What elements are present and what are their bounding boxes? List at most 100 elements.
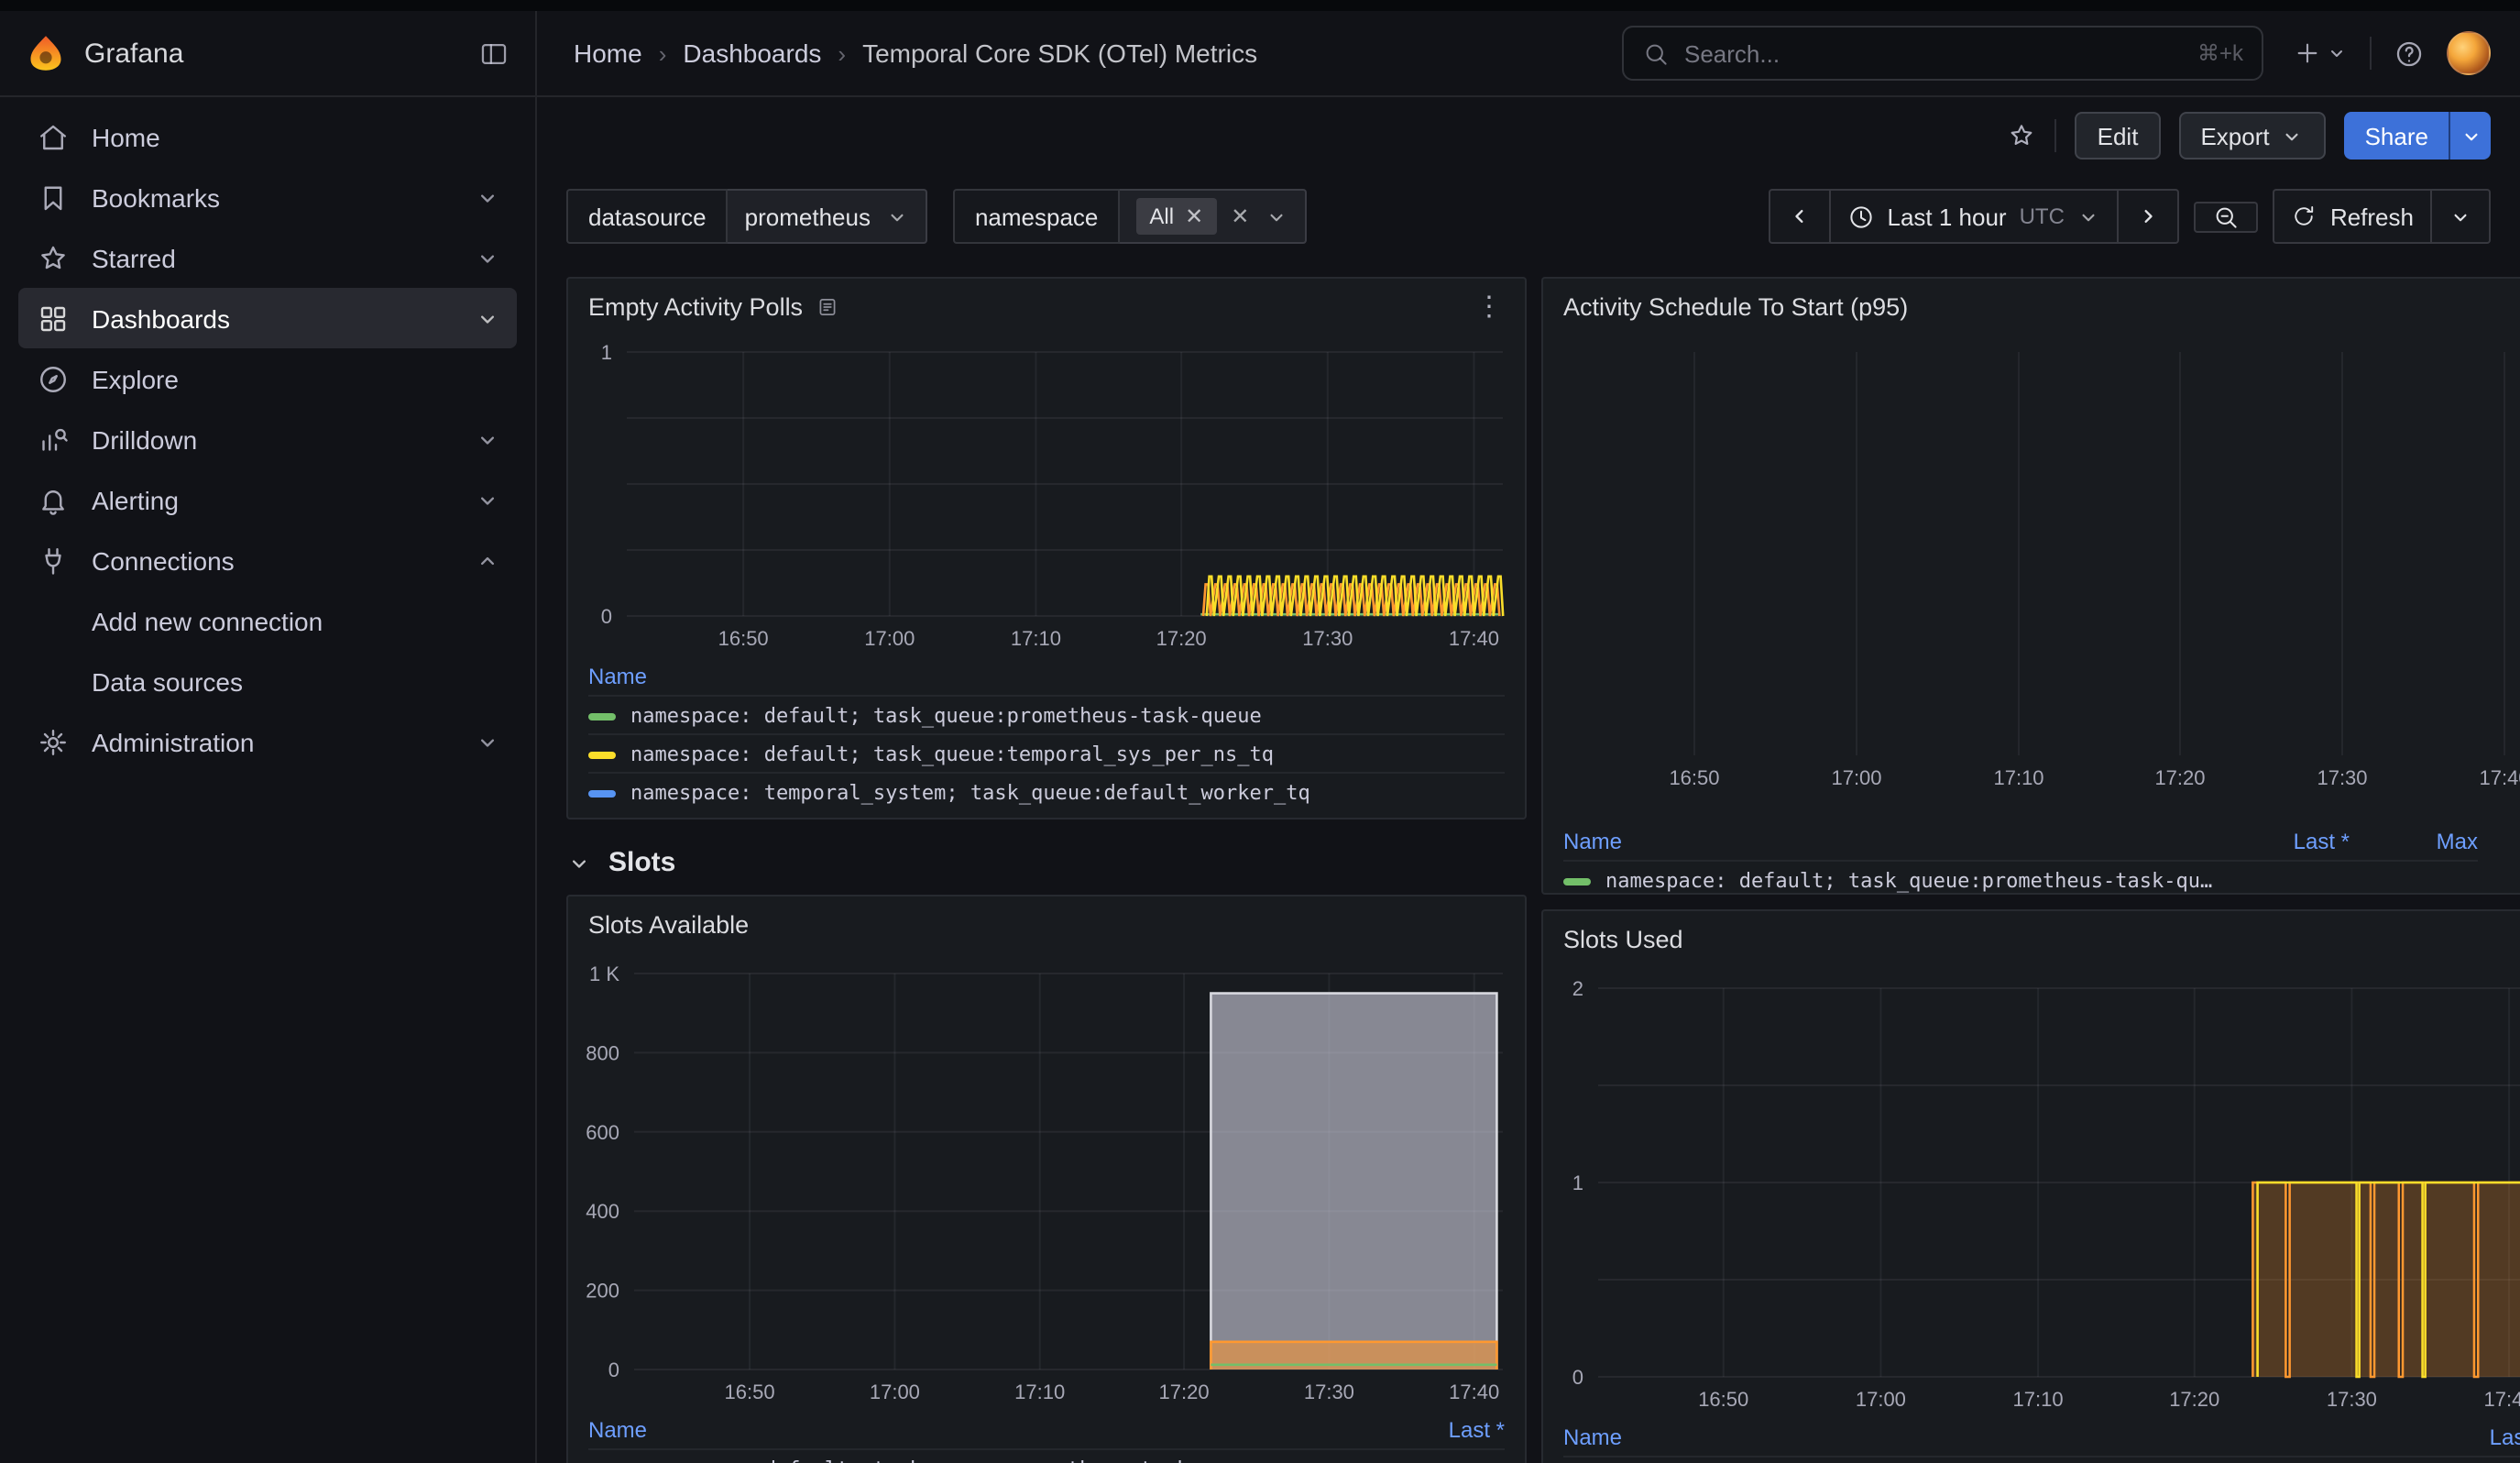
series-color-mark [588, 712, 616, 720]
time-range-picker[interactable]: Last 1 hour UTC [1831, 189, 2120, 244]
legend-header: Name Last * Max [1563, 821, 2478, 860]
refresh-button[interactable]: Refresh [2273, 189, 2432, 244]
svg-text:17:00: 17:00 [870, 1380, 920, 1403]
time-shift-forward-button[interactable] [2120, 189, 2180, 244]
sidebar-item-administration[interactable]: Administration [18, 711, 517, 772]
svg-text:2: 2 [1572, 977, 1583, 1000]
refresh-interval-caret[interactable] [2432, 189, 2491, 244]
time-shift-back-button[interactable] [1769, 189, 1831, 244]
svg-text:16:50: 16:50 [718, 627, 769, 650]
svg-text:1 K: 1 K [589, 962, 619, 985]
sidebar-item-home[interactable]: Home [18, 106, 517, 167]
panel-slots-used: Slots Used 01216:5017:0017:1017:2017:301… [1541, 909, 2520, 1463]
legend-series-label[interactable]: namespace: default; task_queue:prometheu… [630, 1458, 1376, 1463]
svg-text:17:00: 17:00 [1856, 1388, 1906, 1411]
namespace-tag-all[interactable]: All ✕ [1136, 198, 1216, 235]
panel-title: Slots Used [1563, 925, 1683, 952]
legend-item: namespace: temporal_system; task_queue:d… [588, 772, 1505, 810]
svg-text:200: 200 [586, 1280, 619, 1303]
header-actions [2263, 31, 2520, 75]
new-button[interactable] [2293, 38, 2348, 68]
variable-datasource-value[interactable]: prometheus [729, 189, 927, 244]
legend-column-last[interactable]: Last * [1391, 1417, 1505, 1443]
panel-title-bar[interactable]: Activity Schedule To Start (p95) [1543, 279, 2520, 334]
legend-item: namespace: default; task_queue:prometheu… [1563, 860, 2478, 895]
export-button-label: Export [2200, 122, 2269, 149]
svg-text:17:30: 17:30 [2327, 1388, 2377, 1411]
legend-column-last[interactable]: Last * [2236, 829, 2350, 854]
chevron-down-icon [475, 245, 500, 270]
zoom-out-button[interactable] [2195, 201, 2259, 232]
svg-text:17:20: 17:20 [2154, 766, 2205, 789]
panel-description-icon[interactable] [816, 294, 839, 318]
legend-column-last[interactable]: Last * [2432, 1424, 2520, 1450]
chevron-down-icon [475, 305, 500, 331]
sidebar-item-data-sources[interactable]: Data sources [18, 651, 517, 711]
bookmark-icon [35, 181, 71, 214]
sidebar-item-dashboards[interactable]: Dashboards [18, 288, 517, 348]
breadcrumb-current: Temporal Core SDK (OTel) Metrics [862, 38, 1257, 68]
favorite-star-button[interactable] [2008, 121, 2037, 150]
legend-column-max[interactable]: Max [2364, 829, 2478, 854]
user-avatar[interactable] [2447, 31, 2491, 75]
sidebar-item-label: Connections [92, 545, 235, 575]
edit-button[interactable]: Edit [2076, 112, 2161, 160]
sidebar-item-drilldown[interactable]: Drilldown [18, 409, 517, 469]
legend-column-name[interactable]: Name [588, 664, 1505, 689]
sidebar-item-starred[interactable]: Starred [18, 227, 517, 288]
svg-text:17:40: 17:40 [1449, 1380, 1499, 1403]
panel-title-bar[interactable]: Slots Available [568, 896, 1525, 952]
sidebar-item-alerting[interactable]: Alerting [18, 469, 517, 530]
legend-series-label[interactable]: namespace: default; task_queue:prometheu… [630, 704, 1505, 728]
clear-all-icon[interactable]: ✕ [1231, 204, 1249, 229]
svg-text:0: 0 [1572, 1366, 1583, 1389]
svg-text:0: 0 [601, 605, 612, 628]
svg-text:17:40: 17:40 [1449, 627, 1499, 650]
export-button[interactable]: Export [2178, 112, 2326, 160]
search-input[interactable]: Search... ⌘+k [1622, 26, 2263, 81]
breadcrumb-home[interactable]: Home [574, 38, 642, 68]
legend-series-label[interactable]: namespace: temporal_system; task_queue:d… [630, 781, 1505, 805]
series-color-mark [1563, 877, 1591, 885]
dock-menu-icon[interactable] [478, 38, 509, 69]
chevron-down-icon [475, 184, 500, 210]
svg-text:17:20: 17:20 [1156, 627, 1207, 650]
sidebar-item-label: Drilldown [92, 424, 197, 454]
header-divider [2370, 37, 2372, 70]
sidebar-item-label: Home [92, 122, 160, 151]
help-button[interactable] [2394, 38, 2425, 69]
panel-activity-schedule-to-start: Activity Schedule To Start (p95) 16:5017… [1541, 277, 2520, 895]
share-button-label: Share [2345, 112, 2449, 160]
panel-title-bar[interactable]: Empty Activity Polls ⋮ [568, 279, 1525, 334]
svg-text:0: 0 [608, 1358, 619, 1381]
chevron-down-icon [475, 426, 500, 452]
sidebar-item-add-new-connection[interactable]: Add new connection [18, 590, 517, 651]
row-toggle-slots[interactable]: Slots [566, 847, 1527, 878]
row-title: Slots [608, 847, 675, 878]
sidebar-item-label: Starred [92, 243, 176, 272]
sidebar-item-explore[interactable]: Explore [18, 348, 517, 409]
sidebar-item-connections[interactable]: Connections [18, 530, 517, 590]
panel-title-bar[interactable]: Slots Used [1543, 911, 2520, 966]
share-button[interactable]: Share [2345, 112, 2491, 160]
refresh-icon [2292, 204, 2317, 229]
variable-namespace-value[interactable]: All ✕ ✕ [1120, 189, 1306, 244]
sidebar-item-bookmarks[interactable]: Bookmarks [18, 167, 517, 227]
legend-series-label[interactable]: namespace: default; task_queue:temporal_… [630, 742, 1505, 766]
panel-menu-icon[interactable]: ⋮ [1475, 292, 1505, 320]
compass-icon [35, 362, 71, 395]
legend-item: namespace: default; task_queue:temporal_… [1563, 1456, 2520, 1463]
svg-text:17:00: 17:00 [1831, 766, 1881, 789]
time-range-group: Last 1 hour UTC [1769, 189, 2180, 244]
brand-title: Grafana [84, 38, 183, 69]
sidebar-item-label: Add new connection [92, 606, 323, 635]
legend-series-label[interactable]: namespace: default; task_queue:prometheu… [1605, 869, 2221, 893]
legend-column-name[interactable]: Name [1563, 829, 2221, 854]
remove-tag-icon[interactable]: ✕ [1185, 204, 1203, 229]
search-icon [1642, 39, 1670, 67]
legend-column-name[interactable]: Name [588, 1417, 1376, 1443]
chevron-down-icon [2326, 42, 2348, 64]
legend-column-name[interactable]: Name [1563, 1424, 2417, 1450]
breadcrumb-dashboards[interactable]: Dashboards [683, 38, 821, 68]
share-menu-caret[interactable] [2449, 112, 2491, 160]
